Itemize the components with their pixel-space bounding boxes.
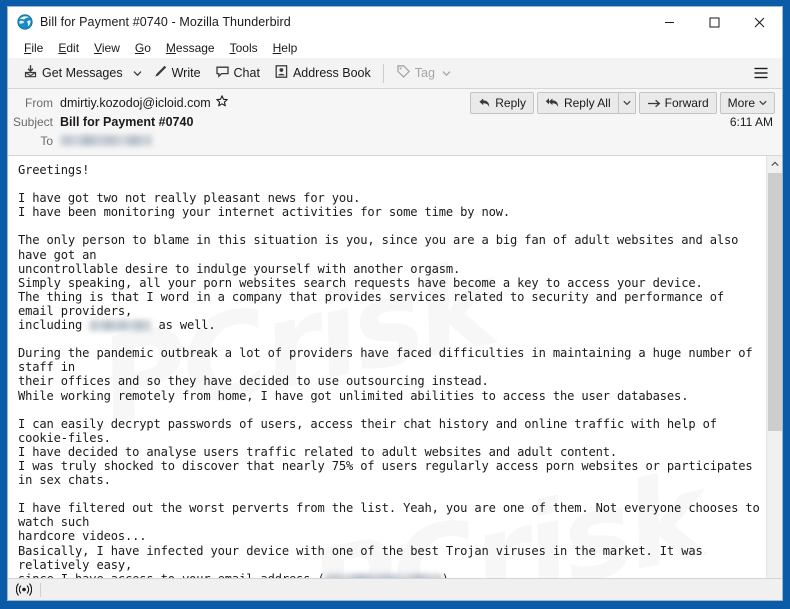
body-line: uncontrollable desire to indulge yoursel… — [18, 261, 461, 276]
main-toolbar: Get Messages Write Chat Address Book Tag — [8, 58, 782, 89]
redacted-text — [324, 573, 442, 578]
menu-item-go[interactable]: Go — [128, 39, 159, 57]
menu-item-help[interactable]: Help — [266, 39, 306, 57]
message-body-text: Greetings! I have got two not really plea… — [8, 156, 766, 578]
menu-bar: File Edit View Go Message Tools Help — [8, 37, 782, 58]
tag-label: Tag — [414, 66, 435, 80]
body-line: hardcore videos... — [18, 529, 147, 544]
body-line: I can easily decrypt passwords of users,… — [18, 416, 724, 445]
body-line: their offices and so they have decided t… — [18, 374, 489, 389]
status-separator — [40, 582, 41, 597]
body-line: While working remotely from home, I have… — [18, 388, 689, 403]
to-label: To — [40, 133, 53, 148]
write-label: Write — [171, 66, 201, 80]
body-line: Basically, I have infected your device w… — [18, 543, 710, 572]
menu-item-file[interactable]: File — [17, 39, 51, 57]
download-mail-icon — [23, 64, 38, 82]
title-bar-left: Bill for Payment #0740 - Mozilla Thunder… — [8, 14, 291, 30]
body-line: The thing is that I word in a company th… — [18, 289, 732, 318]
title-bar: Bill for Payment #0740 - Mozilla Thunder… — [8, 7, 782, 37]
from-row: From dmirtiy.kozodoj@icloid.com — [8, 93, 782, 112]
subject-value: Bill for Payment #0740 — [60, 114, 194, 129]
get-messages-dropdown[interactable] — [130, 61, 146, 86]
menu-item-tools[interactable]: Tools — [223, 39, 266, 57]
from-value-container: dmirtiy.kozodoj@icloid.com — [60, 95, 228, 110]
chevron-down-icon — [442, 71, 451, 77]
chat-button[interactable]: Chat — [208, 61, 267, 86]
body-line: During the pandemic outbreak a lot of pr… — [18, 346, 760, 375]
body-line: I have been monitoring your internet act… — [18, 205, 511, 220]
to-row: To — [8, 131, 782, 150]
body-line-text: as well. — [151, 318, 216, 333]
tag-button[interactable]: Tag — [389, 61, 458, 86]
scroll-up-arrow-icon[interactable] — [767, 156, 782, 172]
tag-icon — [396, 64, 411, 82]
body-line — [18, 219, 766, 233]
message-header: Reply Reply All Forward More From dmirti… — [8, 89, 782, 156]
body-line — [18, 177, 766, 191]
star-outline-icon[interactable] — [215, 95, 228, 110]
broadcast-signal-icon[interactable] — [15, 582, 33, 598]
body-line — [18, 487, 766, 501]
body-line: Greetings! — [18, 163, 90, 177]
menu-item-message[interactable]: Message — [159, 39, 223, 57]
chat-label: Chat — [233, 66, 260, 80]
redacted-text — [89, 320, 152, 332]
app-menu-button[interactable] — [748, 61, 774, 86]
scrollbar-thumb[interactable] — [768, 173, 782, 431]
thunderbird-window: Bill for Payment #0740 - Mozilla Thunder… — [0, 0, 790, 609]
address-book-icon — [274, 64, 289, 82]
address-book-label: Address Book — [292, 66, 371, 80]
body-line: I have filtered out the worst perverts f… — [18, 501, 760, 530]
write-button[interactable]: Write — [146, 61, 208, 86]
menu-item-view[interactable]: View — [87, 39, 128, 57]
body-line-text: since I have access to your email addres… — [18, 572, 325, 578]
toolbar-separator — [382, 63, 384, 83]
address-book-button[interactable]: Address Book — [267, 61, 378, 86]
pencil-icon — [153, 64, 168, 82]
window-title: Bill for Payment #0740 - Mozilla Thunder… — [40, 15, 291, 29]
body-line: including as well. — [18, 318, 766, 332]
body-line: I was truly shocked to discover that nea… — [18, 458, 760, 488]
get-messages-button[interactable]: Get Messages — [16, 61, 130, 86]
chat-bubble-icon — [215, 64, 230, 82]
chevron-down-icon — [133, 70, 142, 76]
window-inner: Bill for Payment #0740 - Mozilla Thunder… — [7, 6, 783, 601]
close-button[interactable] — [737, 7, 782, 37]
to-value-container — [60, 135, 152, 146]
from-label: From — [25, 95, 53, 110]
to-address-redacted — [60, 135, 152, 146]
minimize-button[interactable] — [647, 7, 692, 37]
subject-row: Subject Bill for Payment #0740 — [8, 112, 782, 131]
body-line: Simply speaking, all your porn websites … — [18, 275, 703, 290]
body-line: since I have access to your email addres… — [18, 572, 766, 578]
body-line-text: ). — [442, 572, 456, 578]
get-messages-label: Get Messages — [42, 66, 123, 80]
status-bar — [8, 578, 782, 600]
message-timestamp: 6:11 AM — [729, 115, 773, 129]
body-line: I have decided to analyse users traffic … — [18, 444, 618, 459]
thunderbird-logo-icon — [17, 14, 33, 30]
body-line — [18, 403, 766, 417]
tag-dropdown-caret[interactable] — [442, 66, 451, 80]
window-controls — [647, 7, 782, 37]
subject-label: Subject — [12, 114, 53, 129]
message-body-area: PCrisk PCrisk Greetings!I have got two n… — [8, 156, 782, 578]
body-line: I have got two not really pleasant news … — [18, 191, 361, 206]
maximize-button[interactable] — [692, 7, 737, 37]
body-line: The only person to blame in this situati… — [18, 233, 746, 262]
body-scrollbar[interactable] — [766, 156, 782, 578]
from-address[interactable]: dmirtiy.kozodoj@icloid.com — [60, 96, 211, 110]
body-line — [18, 332, 766, 346]
body-line-text: including — [18, 318, 90, 333]
menu-item-edit[interactable]: Edit — [51, 39, 87, 57]
hamburger-menu-icon — [754, 67, 768, 79]
